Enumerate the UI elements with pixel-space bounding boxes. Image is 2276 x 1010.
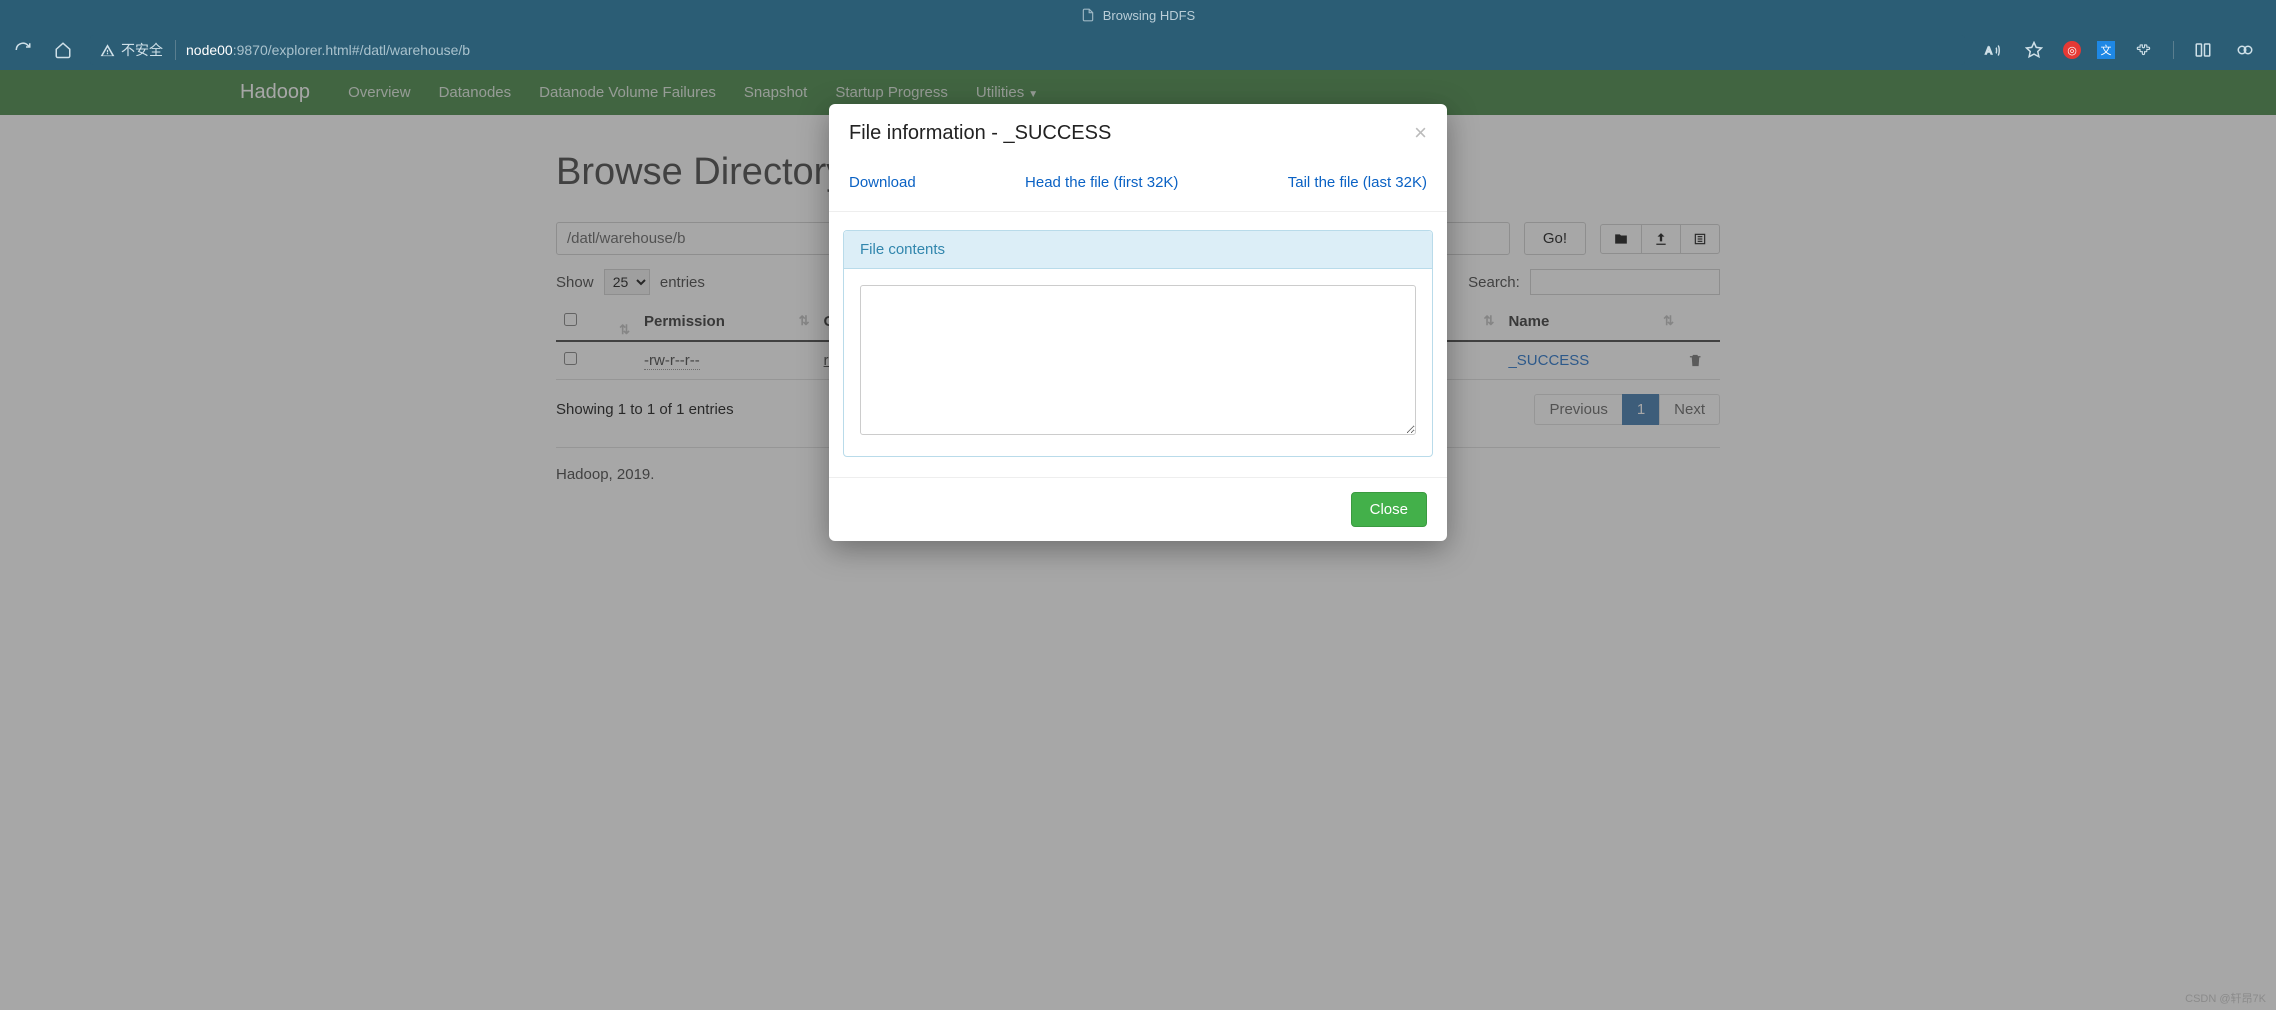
file-info-modal: File information - _SUCCESS × Download H…	[829, 104, 1447, 541]
url-host: node00	[186, 42, 233, 58]
url-text: node00:9870/explorer.html#/datl/warehous…	[186, 42, 470, 58]
svg-text:A: A	[1985, 46, 1992, 57]
translator-icon[interactable]: 文	[2097, 41, 2115, 59]
watermark: CSDN @轩昂7K	[2185, 990, 2266, 1006]
extensions-icon[interactable]	[2131, 37, 2157, 63]
tail-link[interactable]: Tail the file (last 32K)	[1288, 174, 1427, 191]
split-screen-icon[interactable]	[2190, 37, 2216, 63]
read-aloud-icon[interactable]: A	[1979, 37, 2005, 63]
home-button[interactable]	[50, 37, 76, 63]
tab-title: Browsing HDFS	[1103, 8, 1195, 23]
target-icon[interactable]: ◎	[2063, 41, 2081, 59]
file-contents-textarea[interactable]	[860, 285, 1416, 435]
toolbar-right: A ◎ 文	[1979, 37, 2266, 63]
copilot-icon[interactable]	[2232, 37, 2258, 63]
url-rest: :9870/explorer.html#/datl/warehouse/b	[233, 42, 470, 58]
modal-header: File information - _SUCCESS ×	[829, 104, 1447, 162]
head-link[interactable]: Head the file (first 32K)	[1025, 174, 1178, 191]
modal-footer: Close	[829, 477, 1447, 541]
modal-close-x[interactable]: ×	[1414, 120, 1427, 146]
security-label: 不安全	[121, 40, 163, 60]
modal-actions: Download Head the file (first 32K) Tail …	[829, 162, 1447, 212]
modal-title: File information - _SUCCESS	[849, 122, 1111, 145]
url-box[interactable]: 不安全 node00:9870/explorer.html#/datl/ware…	[90, 35, 1965, 65]
close-button[interactable]: Close	[1351, 492, 1427, 527]
refresh-button[interactable]	[10, 37, 36, 63]
toolbar-divider	[2173, 41, 2174, 59]
favorite-icon[interactable]	[2021, 37, 2047, 63]
download-link[interactable]: Download	[849, 174, 916, 191]
tab-bar: Browsing HDFS	[0, 0, 2276, 30]
address-bar: 不安全 node00:9870/explorer.html#/datl/ware…	[0, 30, 2276, 70]
page-icon	[1081, 8, 1095, 22]
panel-heading: File contents	[844, 231, 1432, 269]
browser-chrome: Browsing HDFS 不安全 node00:9870/explorer.h…	[0, 0, 2276, 70]
security-badge: 不安全	[100, 40, 176, 60]
file-contents-panel: File contents	[843, 230, 1433, 457]
